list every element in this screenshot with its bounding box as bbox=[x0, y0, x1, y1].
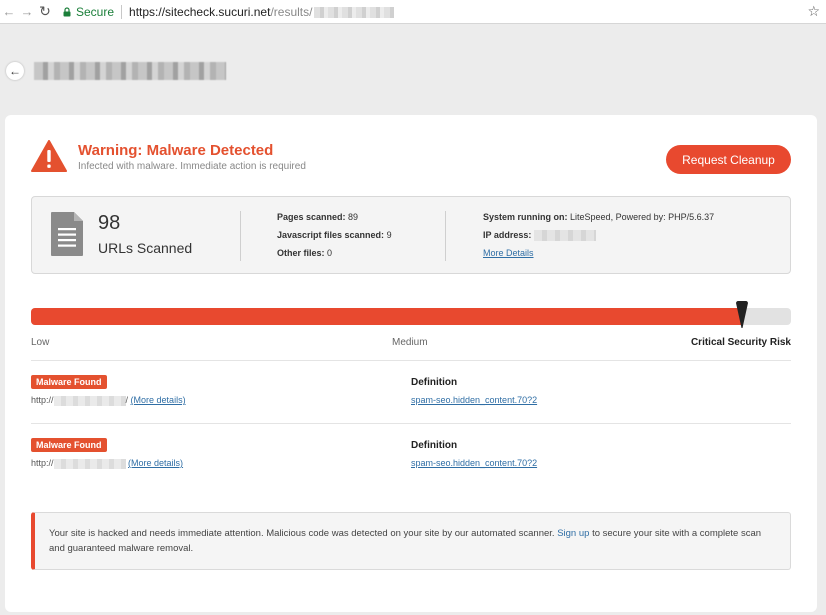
url-field[interactable]: https://sitecheck.sucuri.net/results/ bbox=[129, 4, 395, 19]
more-details-link[interactable]: (More details) bbox=[131, 395, 186, 405]
risk-indicator-icon bbox=[735, 301, 748, 328]
redacted-url bbox=[53, 458, 126, 469]
url-prefix: http:// bbox=[31, 395, 54, 405]
back-button[interactable]: ← bbox=[6, 62, 24, 80]
definition-label: Definition bbox=[411, 377, 458, 388]
risk-medium-label: Medium bbox=[392, 337, 428, 348]
url-host: https://sitecheck.sucuri.net bbox=[129, 4, 271, 19]
browser-address-bar: ← → ↻ Secure https://sitecheck.sucuri.ne… bbox=[0, 0, 826, 24]
stats-divider bbox=[240, 211, 241, 261]
redacted-site-title bbox=[34, 62, 226, 80]
definition-link[interactable]: spam-seo.hidden_content.70?2 bbox=[411, 458, 537, 468]
secure-label: Secure bbox=[76, 4, 115, 19]
star-icon[interactable]: ☆ bbox=[807, 3, 820, 20]
scan-stats-panel: 98 URLs Scanned Pages scanned: 89 Javasc… bbox=[31, 196, 791, 274]
other-files: Other files: 0 bbox=[277, 248, 332, 258]
redacted-url-segment bbox=[314, 6, 395, 18]
definition-label: Definition bbox=[411, 440, 458, 451]
system-value: LiteSpeed, Powered by: PHP/5.6.37 bbox=[570, 212, 715, 222]
arrow-left-icon: ← bbox=[9, 64, 21, 78]
arrow-left-icon[interactable]: ← bbox=[0, 4, 18, 19]
url-prefix: http:// bbox=[31, 458, 54, 468]
lock-icon bbox=[63, 6, 71, 16]
other-files-value: 0 bbox=[327, 248, 333, 258]
warning-triangle-icon bbox=[31, 140, 67, 172]
request-cleanup-button[interactable]: Request Cleanup bbox=[666, 145, 791, 174]
arrow-right-icon[interactable]: → bbox=[18, 4, 36, 19]
risk-meter bbox=[31, 308, 791, 325]
url-suffix: / bbox=[125, 395, 129, 405]
redacted-ip bbox=[533, 230, 596, 242]
hacked-notice: Your site is hacked and needs immediate … bbox=[31, 512, 791, 570]
urls-scanned-label: URLs Scanned bbox=[98, 240, 193, 256]
urls-scanned-count: 98 bbox=[98, 212, 121, 234]
other-files-label: Other files: bbox=[277, 248, 325, 258]
malware-found-badge: Malware Found bbox=[31, 438, 107, 452]
notice-text: Your site is hacked and needs immediate … bbox=[49, 528, 558, 539]
infected-url: http:// / (More details) bbox=[31, 395, 186, 406]
pages-scanned-value: 89 bbox=[348, 212, 359, 222]
more-details-link[interactable]: More Details bbox=[483, 248, 534, 258]
pages-scanned: Pages scanned: 89 bbox=[277, 212, 358, 222]
risk-meter-fill bbox=[31, 308, 742, 325]
js-files-label: Javascript files scanned: bbox=[277, 230, 385, 240]
divider bbox=[31, 360, 791, 361]
more-details-link[interactable]: (More details) bbox=[128, 458, 183, 468]
stats-divider bbox=[445, 211, 446, 261]
warning-subtitle: Infected with malware. Immediate action … bbox=[78, 161, 306, 172]
address-divider bbox=[121, 4, 123, 19]
results-card: Warning: Malware Detected Infected with … bbox=[5, 115, 817, 612]
url-path: /results/ bbox=[270, 4, 313, 19]
malware-found-badge: Malware Found bbox=[31, 375, 107, 389]
ip-address: IP address: bbox=[483, 230, 596, 242]
warning-title: Warning: Malware Detected bbox=[78, 142, 274, 159]
definition-link[interactable]: spam-seo.hidden_content.70?2 bbox=[411, 395, 537, 405]
risk-critical-label: Critical Security Risk bbox=[690, 337, 791, 348]
redacted-url bbox=[53, 395, 126, 406]
more-details-row: More Details bbox=[483, 248, 534, 258]
reload-icon[interactable]: ↻ bbox=[36, 3, 54, 20]
divider bbox=[31, 423, 791, 424]
sign-up-link[interactable]: Sign up bbox=[557, 528, 589, 539]
js-files-value: 9 bbox=[386, 230, 392, 240]
system-label: System running on: bbox=[483, 212, 568, 222]
infected-url: http:// (More details) bbox=[31, 458, 183, 469]
document-icon bbox=[51, 212, 83, 256]
system-info: System running on: LiteSpeed, Powered by… bbox=[483, 212, 714, 222]
ip-address-label: IP address: bbox=[483, 230, 532, 240]
js-files-scanned: Javascript files scanned: 9 bbox=[277, 230, 392, 240]
risk-low-label: Low bbox=[31, 337, 50, 348]
pages-scanned-label: Pages scanned: bbox=[277, 212, 346, 222]
